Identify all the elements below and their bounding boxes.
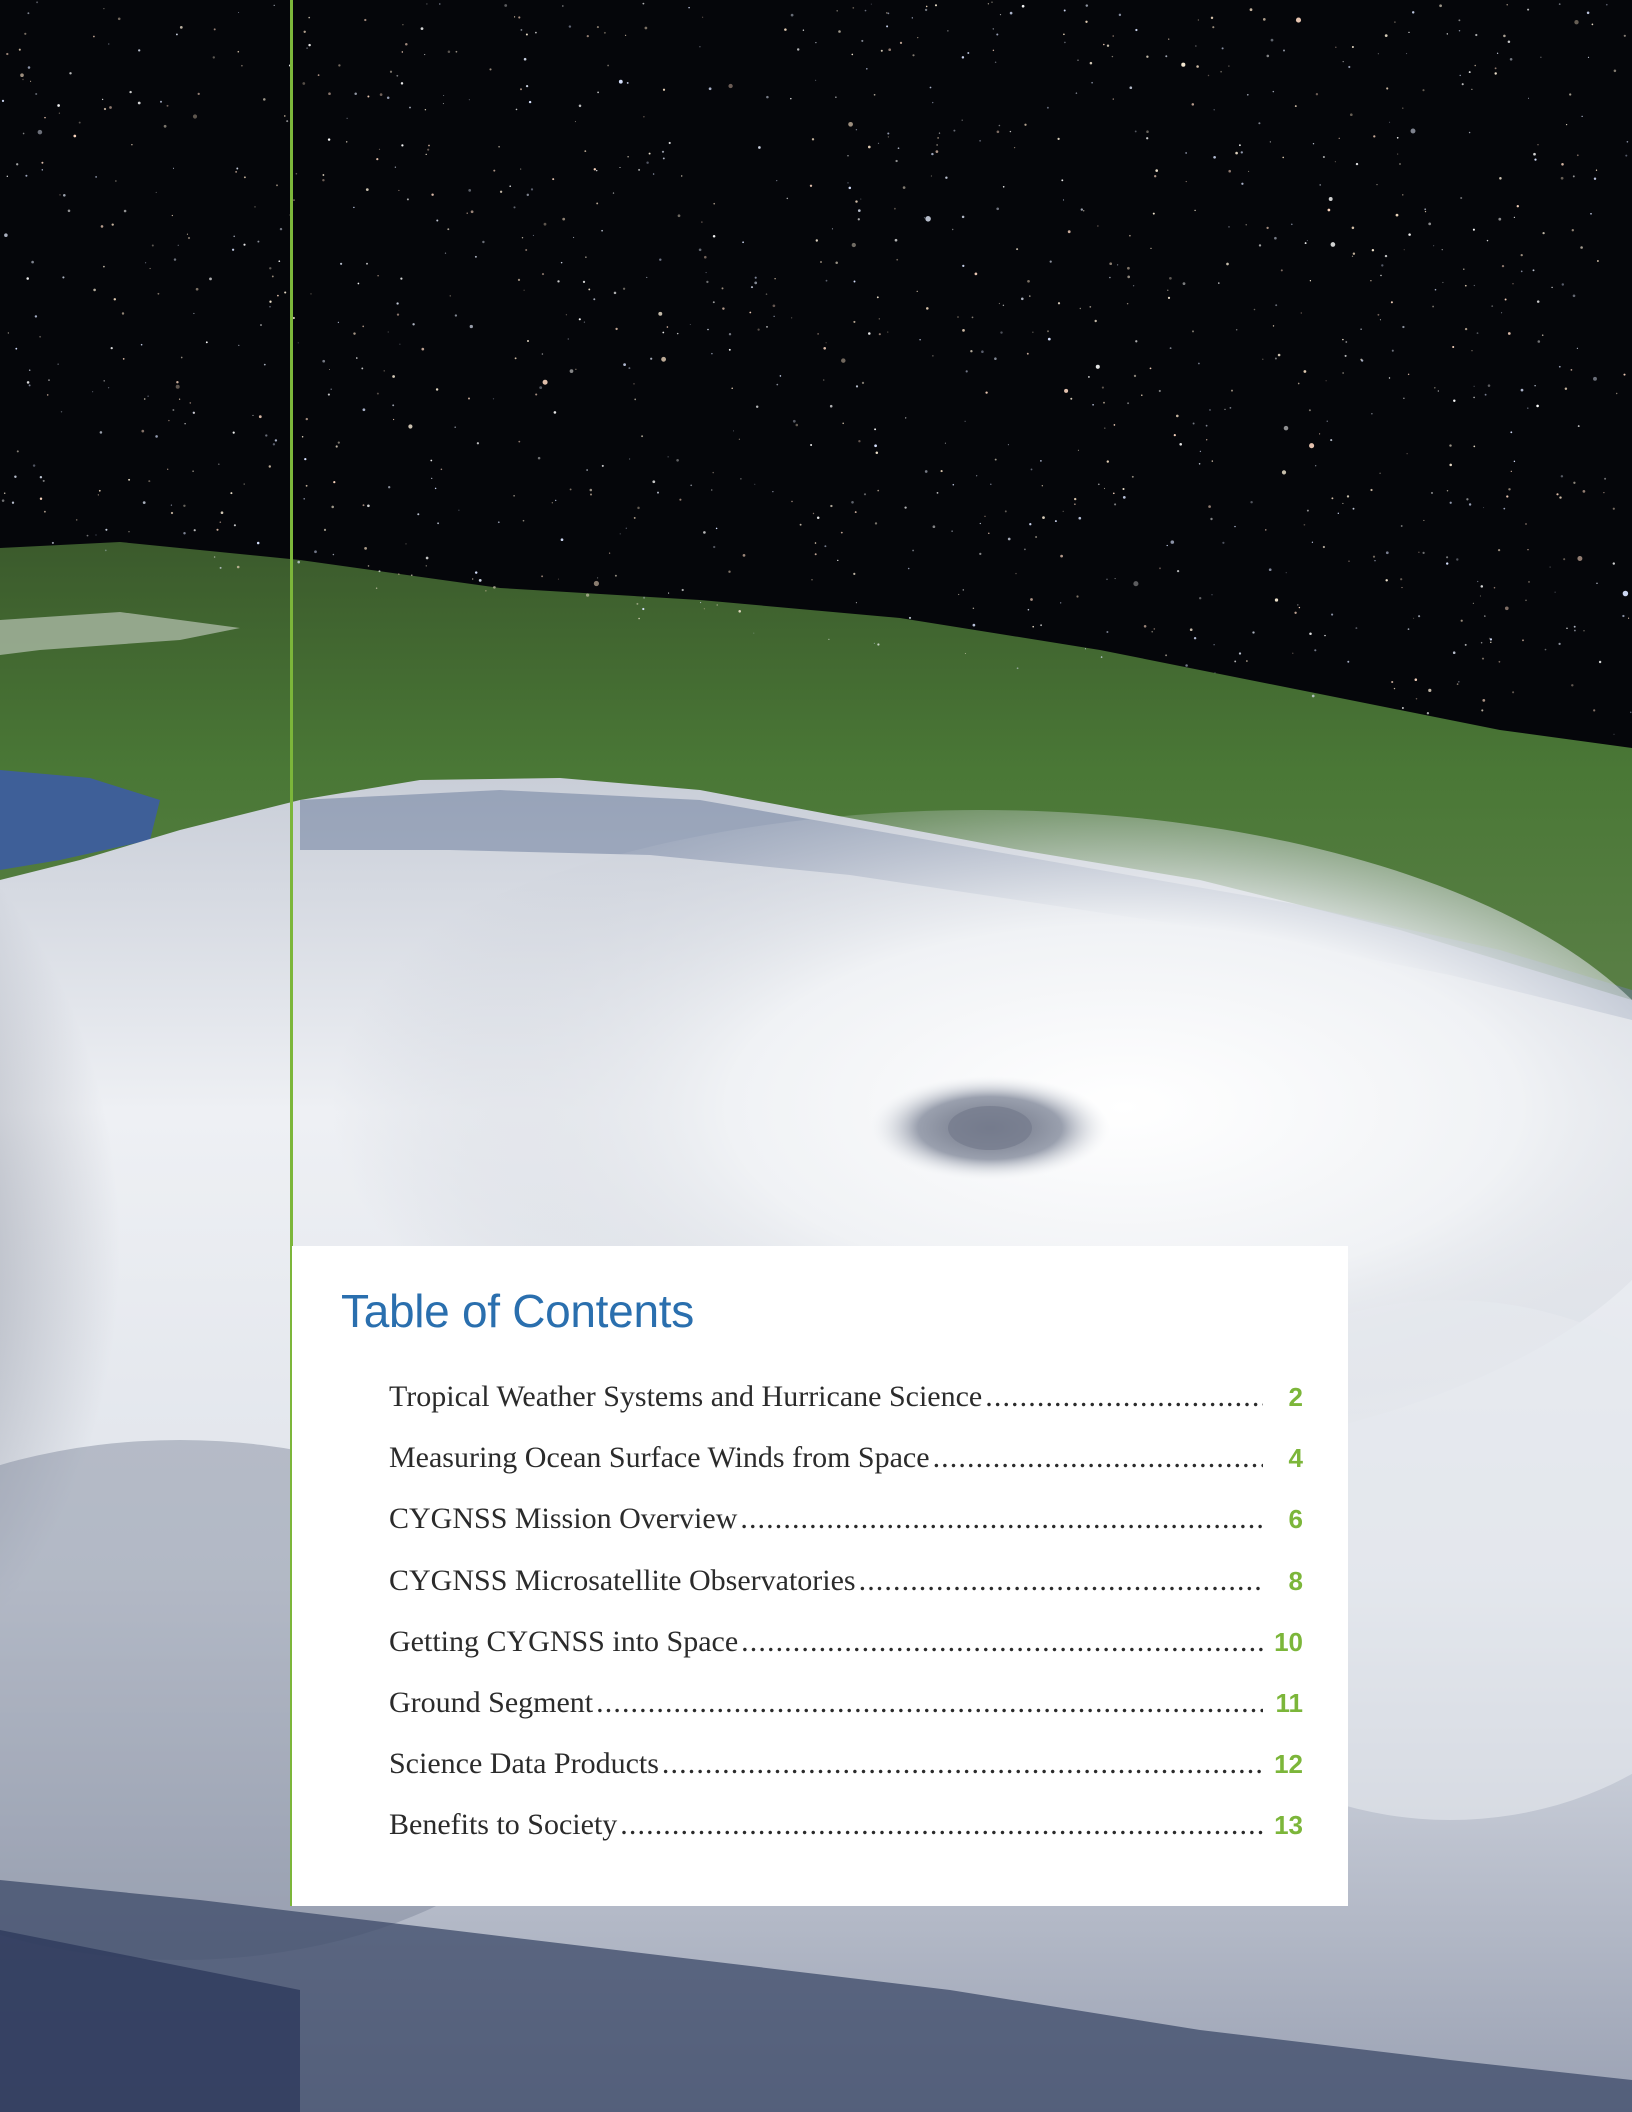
toc-entry-page: 8 [1288,1565,1303,1596]
dot-leader [985,1380,1263,1414]
dot-leader [620,1808,1263,1842]
dot-leader [596,1686,1263,1720]
toc-heading: Table of Contents [341,1285,694,1337]
toc-entry-microsatellite-observatories[interactable]: CYGNSS Microsatellite Observatories 8 [389,1564,1303,1625]
dot-leader [662,1747,1263,1781]
toc-list: Tropical Weather Systems and Hurricane S… [389,1380,1303,1870]
star-field [1,1,1632,735]
toc-entry-getting-into-space[interactable]: Getting CYGNSS into Space 10 [389,1625,1303,1686]
toc-entry-page: 6 [1288,1504,1303,1535]
toc-entry-label: Tropical Weather Systems and Hurricane S… [389,1380,983,1413]
dot-leader [933,1441,1263,1475]
toc-entry-page: 4 [1288,1443,1303,1474]
toc-entry-label: Science Data Products [389,1747,659,1781]
toc-entry-label: Benefits to Society [389,1808,618,1842]
dot-leader [859,1564,1263,1598]
dot-leader [740,1502,1263,1536]
toc-entry-science-data-products[interactable]: Science Data Products 12 [389,1747,1303,1808]
toc-entry-label: CYGNSS Mission Overview [389,1502,738,1536]
toc-entry-label: CYGNSS Microsatellite Observatories [389,1563,856,1597]
table-of-contents-panel: Table of Contents Tropical Weather Syste… [292,1246,1348,1906]
toc-entry-page: 10 [1274,1626,1303,1657]
toc-entry-mission-overview[interactable]: CYGNSS Mission Overview 6 [389,1502,1303,1563]
toc-entry-page: 13 [1274,1810,1303,1841]
toc-entry-label: Getting CYGNSS into Space [389,1624,739,1658]
toc-entry-measuring-winds[interactable]: Measuring Ocean Surface Winds from Space… [389,1441,1303,1502]
toc-entry-page: 11 [1275,1687,1304,1718]
toc-entry-ground-segment[interactable]: Ground Segment 11 [389,1686,1303,1747]
toc-entry-benefits-to-society[interactable]: Benefits to Society 13 [389,1808,1303,1869]
toc-entry-label: Ground Segment [389,1685,594,1719]
toc-entry-page: 12 [1274,1749,1303,1780]
toc-entry-page: 2 [1288,1382,1303,1412]
toc-entry-label: Measuring Ocean Surface Winds from Space [389,1441,930,1475]
toc-entry-tropical-weather[interactable]: Tropical Weather Systems and Hurricane S… [389,1380,1303,1441]
dot-leader [741,1625,1263,1659]
